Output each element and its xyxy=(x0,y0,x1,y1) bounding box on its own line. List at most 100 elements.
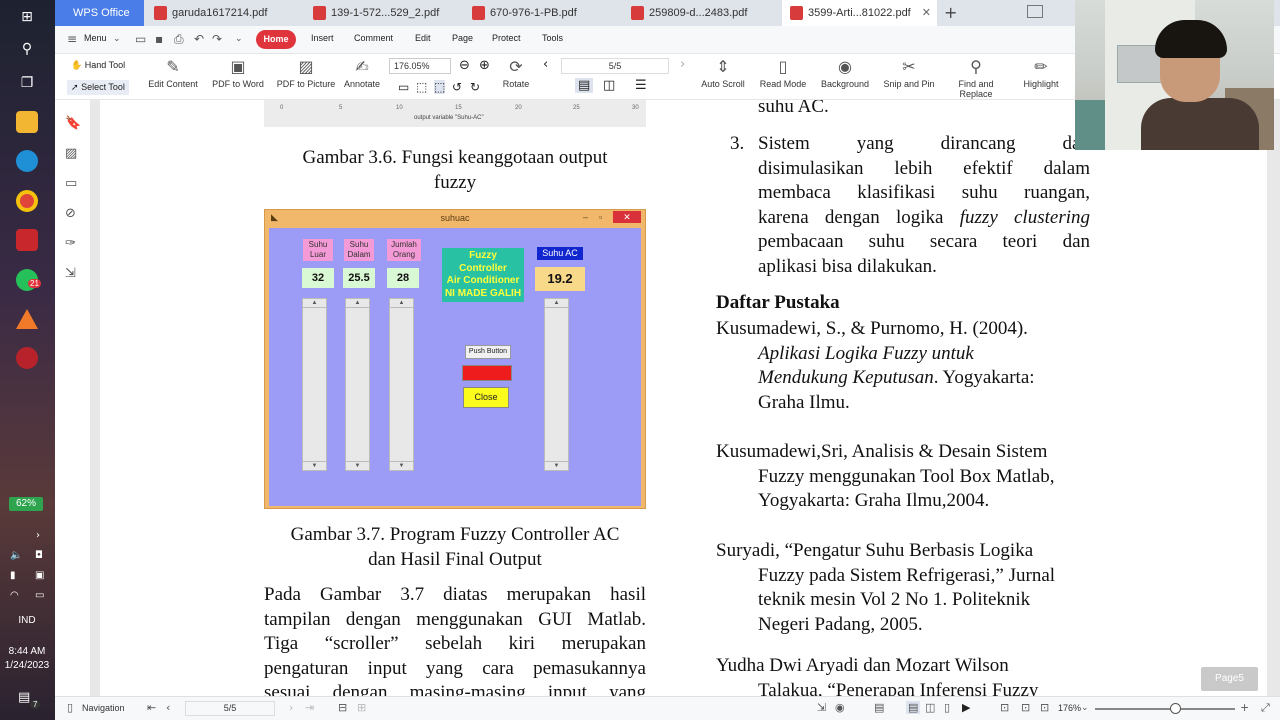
next-page-icon[interactable]: › xyxy=(289,701,293,714)
export-icon[interactable]: ⇲ xyxy=(65,266,81,282)
tab-document[interactable]: 139-1-572...529_2.pdf xyxy=(305,0,460,26)
two-page-icon[interactable]: ◫ xyxy=(925,701,935,714)
actual-size-icon[interactable]: ⊡ xyxy=(1040,701,1049,714)
prev-page-icon[interactable]: ‹ xyxy=(543,57,548,72)
save-icon[interactable]: ▪ xyxy=(155,32,163,46)
undo-icon[interactable]: ↶ xyxy=(194,32,204,46)
tab-comment[interactable]: Comment xyxy=(354,33,393,43)
battery-indicator[interactable]: 62% xyxy=(9,497,43,511)
chevron-up-icon[interactable]: › xyxy=(36,530,40,541)
actual-size-icon[interactable]: ⬚ xyxy=(434,80,446,94)
rotate-button[interactable]: ⟳ Rotate xyxy=(499,57,533,89)
play-icon[interactable]: ▶ xyxy=(962,701,970,714)
read-mode-button[interactable]: ▯ Read Mode xyxy=(757,57,809,89)
highlight-button[interactable]: ✏ Highlight xyxy=(1017,57,1065,89)
zoom-input[interactable]: 176.05% xyxy=(389,58,451,74)
windows-start-icon[interactable]: ⊞ xyxy=(13,6,41,28)
fit-width-icon[interactable]: ⬚ xyxy=(416,80,427,94)
rotate-left-icon[interactable]: ↺ xyxy=(452,80,462,94)
annotate-button[interactable]: ✍ Annotate xyxy=(342,57,382,89)
pdf-to-word-button[interactable]: ▣ PDF to Word xyxy=(207,57,269,89)
zoom-level[interactable]: 176% xyxy=(1058,703,1081,713)
last-page-icon[interactable]: ⇥ xyxy=(305,701,314,714)
wps-icon[interactable] xyxy=(16,229,38,251)
book-view-icon[interactable]: ▯ xyxy=(944,701,950,714)
signature-icon[interactable]: ✑ xyxy=(65,236,81,252)
navigation-icon[interactable]: ▯ xyxy=(67,701,73,714)
notification-icon[interactable]: ▤ xyxy=(18,690,30,705)
display-icon[interactable]: ▭ xyxy=(35,590,44,601)
app-triangle-icon[interactable] xyxy=(16,309,38,329)
search-icon[interactable]: ⚲ xyxy=(13,38,41,60)
tab-document[interactable]: 670-976-1-PB.pdf xyxy=(464,0,619,26)
open-folder-icon[interactable]: ▭ xyxy=(135,32,146,46)
tab-document[interactable]: garuda1617214.pdf xyxy=(146,0,301,26)
camera-icon[interactable]: ◘ xyxy=(35,550,43,561)
chevron-down-icon[interactable]: ⌄ xyxy=(1081,703,1089,713)
redo-icon[interactable]: ↷ xyxy=(212,32,222,46)
tab-insert[interactable]: Insert xyxy=(311,33,334,43)
menu-button[interactable]: Menu xyxy=(84,33,107,43)
forward-icon[interactable]: ⊞ xyxy=(357,701,366,714)
tab-wps-office[interactable]: WPS Office xyxy=(55,0,144,26)
first-page-icon[interactable]: ⇤ xyxy=(147,701,156,714)
select-tool-button[interactable]: ➚ Select Tool xyxy=(67,80,129,95)
tab-protect[interactable]: Protect xyxy=(492,33,521,43)
fit-width-icon[interactable]: ⊡ xyxy=(1021,701,1030,714)
edge-icon[interactable] xyxy=(16,150,38,172)
comment-icon[interactable]: ▭ xyxy=(65,176,81,192)
next-page-icon[interactable]: › xyxy=(680,57,685,72)
new-tab-icon[interactable]: + xyxy=(944,3,957,22)
tray-icon[interactable]: ▣ xyxy=(35,570,44,581)
hand-tool-button[interactable]: ✋ Hand Tool xyxy=(71,60,125,71)
chevron-down-icon[interactable]: ⌄ xyxy=(113,34,121,44)
edit-content-button[interactable]: ✎ Edit Content xyxy=(145,57,201,89)
eye-icon[interactable]: ◉ xyxy=(835,701,845,714)
two-page-icon[interactable]: ◫ xyxy=(603,78,615,93)
continuous-icon[interactable]: ☰ xyxy=(635,78,647,93)
thumbnail-icon[interactable]: ▨ xyxy=(65,146,81,162)
snip-and-pin-button[interactable]: ✂ Snip and Pin xyxy=(881,57,937,89)
zoom-in-icon[interactable]: + xyxy=(1240,701,1249,714)
zoom-slider-handle[interactable] xyxy=(1170,703,1181,714)
zoom-in-icon[interactable]: ⊕ xyxy=(479,58,490,73)
tab-document[interactable]: 259809-d...2483.pdf xyxy=(623,0,778,26)
chevron-down-icon[interactable]: ⌄ xyxy=(235,34,243,44)
app-red-icon[interactable] xyxy=(16,347,38,369)
tab-edit[interactable]: Edit xyxy=(415,33,431,43)
export-icon[interactable]: ⇲ xyxy=(817,701,826,714)
attachment-icon[interactable]: ⊘ xyxy=(65,206,81,222)
zoom-out-icon[interactable]: ⊖ xyxy=(459,58,470,73)
back-icon[interactable]: ⊟ xyxy=(338,701,347,714)
expand-icon[interactable]: ⤢ xyxy=(1261,701,1270,715)
task-view-icon[interactable]: ❐ xyxy=(13,72,41,94)
hamburger-icon[interactable]: ≡ xyxy=(67,32,77,46)
print-icon[interactable]: ⎙ xyxy=(174,32,184,47)
background-button[interactable]: ◉ Background xyxy=(818,57,872,89)
zoom-slider[interactable] xyxy=(1095,708,1235,710)
pdf-to-picture-button[interactable]: ▨ PDF to Picture xyxy=(275,57,337,89)
tab-document-active[interactable]: 3599-Arti...81022.pdf ✕ xyxy=(782,0,937,26)
volume-icon[interactable]: 🔈 xyxy=(10,550,22,561)
find-and-replace-button[interactable]: ⚲ Find and Replace xyxy=(941,57,1011,99)
continuous-page-icon[interactable]: ▤ xyxy=(874,701,884,714)
fit-page-icon[interactable]: ▭ xyxy=(398,80,409,94)
rotate-right-icon[interactable]: ↻ xyxy=(470,80,480,94)
single-page-icon[interactable]: ▤ xyxy=(575,78,594,93)
auto-scroll-button[interactable]: ⇕ Auto Scroll xyxy=(697,57,749,89)
fit-page-icon[interactable]: ⊡ xyxy=(1000,701,1009,714)
wifi-icon[interactable]: ◠ xyxy=(10,590,19,601)
chrome-icon[interactable] xyxy=(16,190,38,212)
navigation-button[interactable]: Navigation xyxy=(82,703,125,713)
file-explorer-icon[interactable] xyxy=(16,111,38,133)
tab-page[interactable]: Page xyxy=(452,33,473,43)
document-area[interactable]: 0 5 10 15 20 25 30 output variable "Suhu… xyxy=(91,100,1280,696)
single-page-icon[interactable]: ▤ xyxy=(906,701,921,714)
tab-home[interactable]: Home xyxy=(256,30,296,49)
clock-date[interactable]: 1/24/2023 xyxy=(2,659,52,673)
bookmark-icon[interactable]: 🔖 xyxy=(65,116,81,132)
page-input[interactable]: 5/5 xyxy=(561,58,669,74)
close-tab-icon[interactable]: ✕ xyxy=(922,0,931,26)
status-page-input[interactable]: 5/5 xyxy=(185,701,275,716)
tab-tools[interactable]: Tools xyxy=(542,33,563,43)
